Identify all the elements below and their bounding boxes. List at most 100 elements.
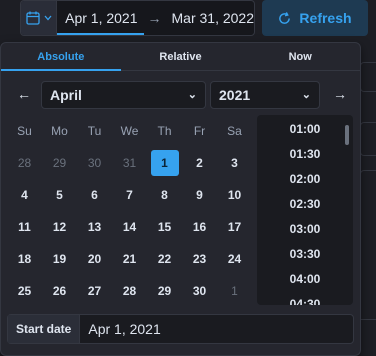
calendar-day-selected[interactable]: 1 bbox=[147, 150, 182, 176]
calendar-day[interactable]: 4 bbox=[7, 188, 42, 202]
arrow-left-icon[interactable]: ← bbox=[17, 86, 31, 102]
calendar-day[interactable]: 26 bbox=[42, 284, 77, 298]
calendar-day-label: 26 bbox=[52, 284, 67, 298]
refresh-icon bbox=[279, 11, 291, 24]
calendar-day[interactable]: 29 bbox=[147, 284, 182, 298]
refresh-button[interactable]: Refresh bbox=[262, 0, 368, 36]
weekday-label: Sa bbox=[227, 124, 242, 138]
calendar-day[interactable]: 1 bbox=[217, 284, 252, 298]
calendar-day-label: 19 bbox=[52, 252, 67, 266]
weekday-label: Tu bbox=[87, 124, 102, 138]
calendar-day[interactable]: 19 bbox=[42, 252, 77, 266]
range-arrow-icon: → bbox=[147, 10, 162, 26]
calendar-day[interactable]: 2 bbox=[182, 156, 217, 170]
weekday-label: Th bbox=[157, 124, 172, 138]
calendar-day-label: 29 bbox=[52, 156, 67, 170]
calendar-day[interactable]: 13 bbox=[77, 220, 112, 234]
calendar-day[interactable]: 8 bbox=[147, 188, 182, 202]
calendar-icon bbox=[25, 11, 40, 25]
calendar-day[interactable]: 30 bbox=[77, 156, 112, 170]
time-option[interactable]: 01:00 bbox=[257, 117, 353, 142]
tab-relative[interactable]: Relative bbox=[121, 43, 241, 70]
range-start-button[interactable]: Apr 1, 2021 bbox=[57, 1, 144, 35]
calendar-day[interactable]: 16 bbox=[182, 220, 217, 234]
calendar-day[interactable]: 11 bbox=[7, 220, 42, 234]
calendar-grid: Su Mo Tu We Th Fr Sa 28 29 30 31 1 2 3 4 5 6 7 8 9 10 11 12 13… bbox=[7, 115, 252, 307]
range-end-button[interactable]: Mar 31, 2022 bbox=[172, 1, 255, 35]
time-option[interactable]: 03:30 bbox=[257, 242, 353, 267]
calendar-day[interactable]: 21 bbox=[112, 252, 147, 266]
calendar-day[interactable]: 15 bbox=[147, 220, 182, 234]
time-scrollbar[interactable] bbox=[345, 125, 349, 145]
calendar-week: 18 19 20 21 22 23 24 bbox=[7, 243, 252, 275]
calendar-day-label: 1 bbox=[231, 284, 238, 298]
calendar-day[interactable]: 18 bbox=[7, 252, 42, 266]
tab-now[interactable]: Now bbox=[240, 43, 360, 70]
calendar-day[interactable]: 10 bbox=[217, 188, 252, 202]
calendar-day-label: 20 bbox=[87, 252, 102, 266]
weekday-label: Mo bbox=[51, 124, 68, 138]
year-select[interactable]: 2021 ⌄ bbox=[210, 81, 320, 109]
calendar-day[interactable]: 14 bbox=[112, 220, 147, 234]
calendar-day-label: 15 bbox=[157, 220, 172, 234]
calendar-day[interactable]: 6 bbox=[77, 188, 112, 202]
calendar-week: 28 29 30 31 1 2 3 bbox=[7, 147, 252, 179]
calendar-day-label: 3 bbox=[231, 156, 238, 170]
calendar-day-label: 2 bbox=[196, 156, 203, 170]
calendar-day[interactable]: 24 bbox=[217, 252, 252, 266]
date-picker-bar: Apr 1, 2021 → Mar 31, 2022 Refresh bbox=[0, 0, 376, 40]
calendar-day[interactable]: 29 bbox=[42, 156, 77, 170]
popover-tabs: Absolute Relative Now bbox=[1, 43, 360, 71]
calendar-day-label: 24 bbox=[227, 252, 242, 266]
time-option[interactable]: 03:00 bbox=[257, 217, 353, 242]
calendar-day[interactable]: 23 bbox=[182, 252, 217, 266]
calendar-day[interactable]: 22 bbox=[147, 252, 182, 266]
calendar-day[interactable]: 31 bbox=[112, 156, 147, 170]
calendar-day[interactable]: 17 bbox=[217, 220, 252, 234]
calendar-day[interactable]: 7 bbox=[112, 188, 147, 202]
calendar-day[interactable]: 25 bbox=[7, 284, 42, 298]
time-option[interactable]: 04:30 bbox=[257, 292, 353, 305]
month-select[interactable]: April ⌄ bbox=[41, 81, 206, 109]
calendar-day-label: 7 bbox=[126, 188, 133, 202]
time-items: 01:00 01:30 02:00 02:30 03:00 03:30 04:00 04:30 bbox=[257, 117, 353, 305]
calendar-day[interactable]: 20 bbox=[77, 252, 112, 266]
calendar-week: 4 5 6 7 8 9 10 bbox=[7, 179, 252, 211]
calendar-day[interactable]: 28 bbox=[112, 284, 147, 298]
calendar-day-label: 22 bbox=[157, 252, 172, 266]
calendar-day-label: 5 bbox=[56, 188, 63, 202]
date-range-field: Apr 1, 2021 → Mar 31, 2022 bbox=[20, 0, 255, 36]
calendar-day[interactable]: 30 bbox=[182, 284, 217, 298]
arrow-right-icon[interactable]: → bbox=[333, 86, 347, 102]
start-date-input[interactable]: Apr 1, 2021 bbox=[80, 321, 160, 337]
calendar-day-label: 23 bbox=[192, 252, 207, 266]
calendar-day-label: 18 bbox=[17, 252, 32, 266]
chevron-down-icon: ⌄ bbox=[187, 89, 197, 101]
calendar-day-label: 1 bbox=[150, 150, 179, 176]
tab-absolute[interactable]: Absolute bbox=[1, 43, 121, 71]
calendar-day-label: 12 bbox=[52, 220, 67, 234]
calendar-day-label: 11 bbox=[18, 220, 31, 234]
calendar-day[interactable]: 9 bbox=[182, 188, 217, 202]
calendar-week: 11 12 13 14 15 16 17 bbox=[7, 211, 252, 243]
time-option[interactable]: 04:00 bbox=[257, 267, 353, 292]
calendar-day[interactable]: 28 bbox=[7, 156, 42, 170]
calendar-weeks: 28 29 30 31 1 2 3 4 5 6 7 8 9 10 11 12 13 14 15 16 17 18 19 20 2… bbox=[7, 147, 252, 307]
calendar-day[interactable]: 3 bbox=[217, 156, 252, 170]
time-option[interactable]: 01:30 bbox=[257, 142, 353, 167]
calendar-day-label: 8 bbox=[161, 188, 168, 202]
time-option[interactable]: 02:00 bbox=[257, 167, 353, 192]
calendar-day[interactable]: 27 bbox=[77, 284, 112, 298]
calendar-day-label: 4 bbox=[21, 188, 28, 202]
quick-menu-button[interactable] bbox=[21, 1, 58, 35]
calendar-week: 25 26 27 28 29 30 1 bbox=[7, 275, 252, 307]
time-option[interactable]: 02:30 bbox=[257, 192, 353, 217]
calendar-day-label: 30 bbox=[192, 284, 207, 298]
calendar-day[interactable]: 5 bbox=[42, 188, 77, 202]
calendar-day[interactable]: 12 bbox=[42, 220, 77, 234]
date-popover: Absolute Relative Now ← April ⌄ 2021 ⌄ →… bbox=[0, 42, 361, 356]
time-list[interactable]: 01:00 01:30 02:00 02:30 03:00 03:30 04:00 04:30 bbox=[257, 115, 353, 305]
refresh-label: Refresh bbox=[299, 10, 352, 26]
calendar-day-label: 31 bbox=[122, 156, 137, 170]
background-field-edge bbox=[360, 62, 376, 92]
